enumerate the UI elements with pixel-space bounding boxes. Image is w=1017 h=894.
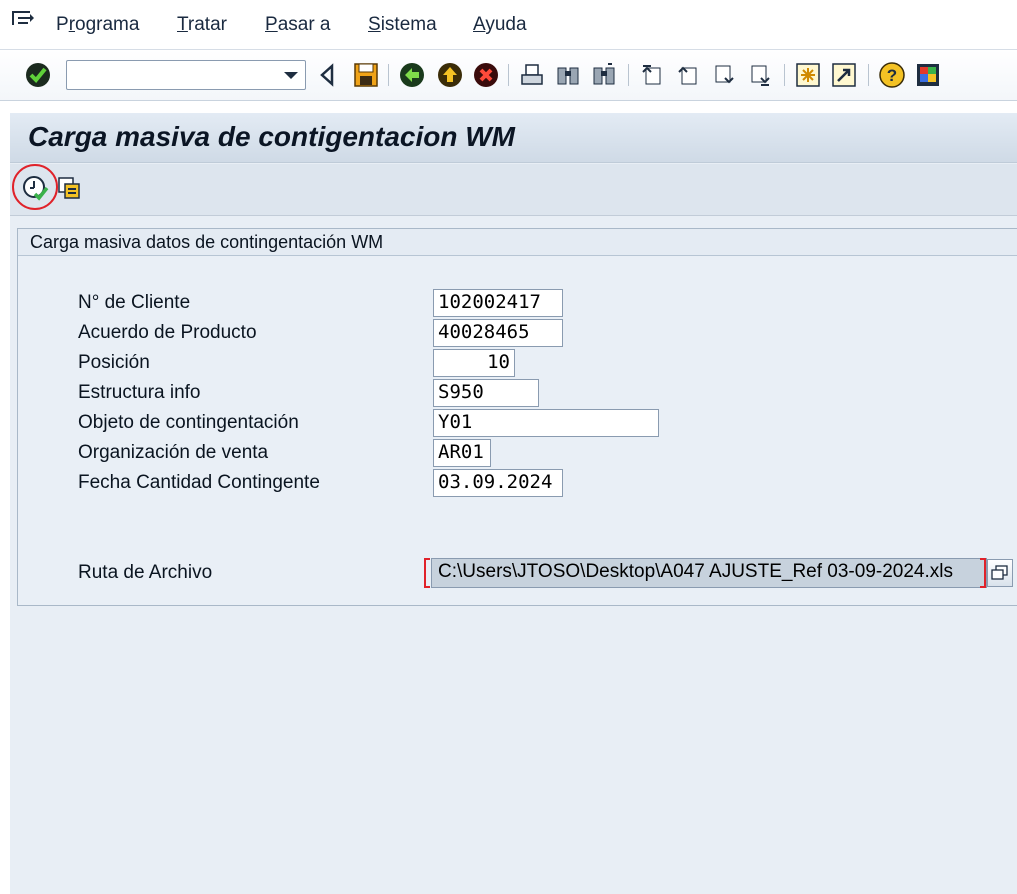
- help-icon[interactable]: ?: [878, 61, 906, 89]
- file-browse-button[interactable]: [987, 559, 1013, 587]
- cancel-red-icon[interactable]: [472, 61, 500, 89]
- menu-pasar-a[interactable]: Pasar a: [265, 14, 331, 36]
- standard-toolbar: ?: [0, 50, 1017, 101]
- last-page-icon[interactable]: [746, 61, 774, 89]
- required-marker-right: [980, 558, 986, 588]
- copy-window-icon: [991, 565, 1008, 580]
- required-marker-left: [424, 558, 430, 588]
- enter-check-icon[interactable]: [24, 61, 52, 89]
- execute-icon[interactable]: [21, 174, 49, 202]
- menu-sistema[interactable]: Sistema: [368, 14, 437, 36]
- save-icon[interactable]: [352, 61, 380, 89]
- multiple-selection-icon[interactable]: [55, 174, 83, 202]
- organizacion-venta-input[interactable]: AR01: [433, 439, 491, 467]
- find-icon[interactable]: [554, 61, 582, 89]
- back-green-icon[interactable]: [398, 61, 426, 89]
- svg-text:?: ?: [887, 66, 897, 85]
- posicion-input[interactable]: 10: [433, 349, 515, 377]
- main-screen: Carga masiva de contigentacion WM Carga …: [10, 113, 1017, 894]
- find-next-icon[interactable]: [590, 61, 618, 89]
- label-organizacion-venta: Organización de venta: [78, 442, 269, 463]
- customize-layout-icon[interactable]: [914, 61, 942, 89]
- system-menu-icon[interactable]: [10, 8, 36, 30]
- title-bar: Carga masiva de contigentacion WM: [10, 113, 1017, 163]
- group-box: Carga masiva datos de contingentación WM…: [17, 228, 1017, 606]
- cliente-input[interactable]: 102002417: [433, 289, 563, 317]
- application-toolbar: [10, 164, 1017, 216]
- exit-yellow-icon[interactable]: [436, 61, 464, 89]
- create-session-icon[interactable]: [794, 61, 822, 89]
- label-ruta-archivo: Ruta de Archivo: [78, 562, 213, 583]
- previous-page-icon[interactable]: [674, 61, 702, 89]
- first-page-icon[interactable]: [638, 61, 666, 89]
- menu-ayuda[interactable]: Ayuda: [473, 14, 527, 36]
- label-objeto-contingentacion: Objeto de contingentación: [78, 412, 299, 433]
- label-posicion: Posición: [78, 352, 150, 373]
- group-box-header: Carga masiva datos de contingentación WM: [18, 229, 1017, 256]
- label-cliente: N° de Cliente: [78, 292, 191, 313]
- next-page-icon[interactable]: [710, 61, 738, 89]
- menu-tratar[interactable]: Tratar: [177, 14, 227, 36]
- acuerdo-producto-input[interactable]: 40028465: [433, 319, 563, 347]
- menu-programa[interactable]: Programa: [56, 14, 139, 36]
- chevron-down-icon[interactable]: [284, 72, 298, 79]
- create-shortcut-icon[interactable]: [830, 61, 858, 89]
- label-fecha-cantidad: Fecha Cantidad Contingente: [78, 472, 320, 493]
- objeto-contingentacion-input[interactable]: Y01: [433, 409, 659, 437]
- command-input[interactable]: [71, 64, 271, 86]
- back-arrow-icon[interactable]: [314, 61, 342, 89]
- group-box-title: Carga masiva datos de contingentación WM: [30, 232, 384, 252]
- ruta-archivo-input[interactable]: C:\Users\JTOSO\Desktop\A047 AJUSTE_Ref 0…: [431, 558, 987, 588]
- estructura-info-input[interactable]: S950: [433, 379, 539, 407]
- command-field[interactable]: [66, 60, 306, 90]
- label-estructura-info: Estructura info: [78, 382, 201, 403]
- label-acuerdo-producto: Acuerdo de Producto: [78, 322, 257, 343]
- page-title: Carga masiva de contigentacion WM: [28, 121, 515, 152]
- fecha-cantidad-input[interactable]: 03.09.2024: [433, 469, 563, 497]
- print-icon[interactable]: [518, 61, 546, 89]
- menu-bar: Programa Tratar Pasar a Sistema Ayuda: [0, 0, 1017, 50]
